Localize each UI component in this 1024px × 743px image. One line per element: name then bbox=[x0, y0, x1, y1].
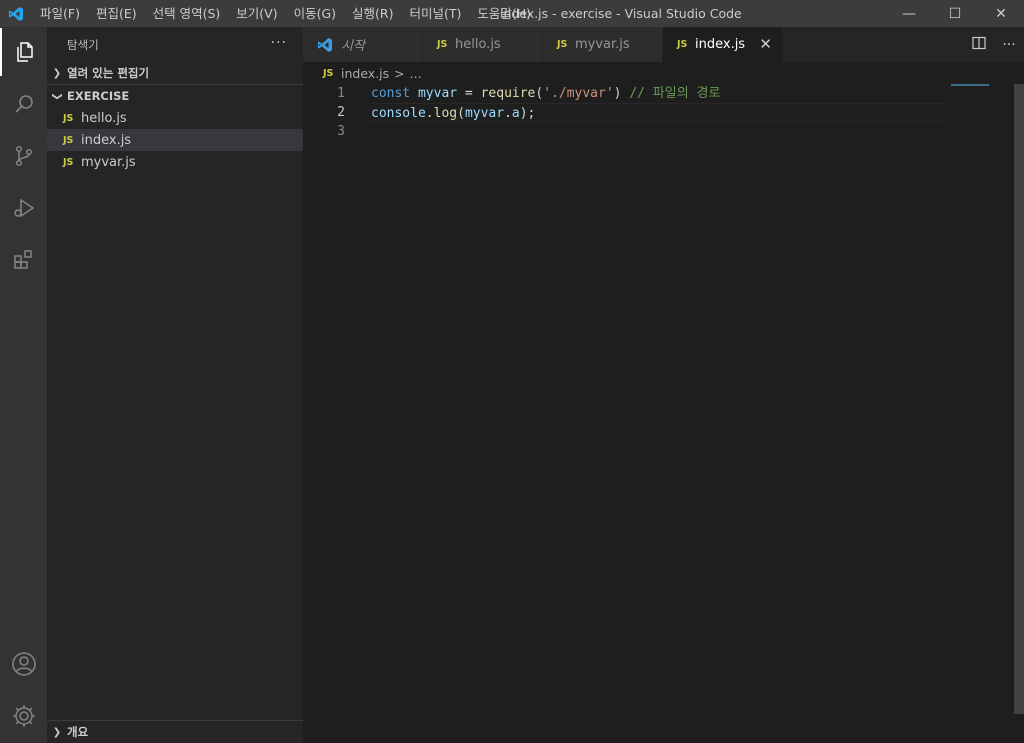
activity-bar bbox=[0, 27, 47, 743]
code-line: 3 bbox=[303, 122, 1024, 141]
sidebar-header: 탐색기 ··· bbox=[47, 27, 303, 62]
line-number: 2 bbox=[337, 105, 345, 120]
menu-selection[interactable]: 선택 영역(S) bbox=[145, 0, 229, 27]
vertical-scrollbar[interactable] bbox=[1014, 84, 1024, 714]
extensions-icon[interactable] bbox=[0, 236, 47, 284]
folder-section[interactable]: ❯ EXERCISE bbox=[47, 85, 303, 107]
token-dot: . bbox=[504, 106, 512, 121]
minimap[interactable] bbox=[951, 84, 989, 86]
token-property: a bbox=[511, 106, 520, 121]
sidebar-title: 탐색기 bbox=[67, 37, 99, 52]
line-number: 3 bbox=[337, 124, 345, 139]
split-editor-icon[interactable] bbox=[964, 36, 994, 54]
search-icon[interactable] bbox=[0, 80, 47, 128]
breadcrumb-separator: > bbox=[394, 65, 405, 81]
file-name: index.js bbox=[81, 132, 132, 148]
file-item-myvar[interactable]: JS myvar.js bbox=[47, 151, 303, 173]
js-file-icon: JS bbox=[557, 39, 568, 50]
tab-label: 시작 bbox=[341, 39, 365, 54]
token-paren: ( bbox=[457, 106, 465, 121]
file-name: myvar.js bbox=[81, 154, 136, 170]
file-name: hello.js bbox=[81, 110, 127, 126]
code-line: 1 const myvar = require('./myvar') // 파일… bbox=[303, 84, 1024, 103]
breadcrumb-more[interactable]: ... bbox=[410, 66, 422, 81]
chevron-right-icon: ❯ bbox=[52, 67, 62, 79]
token-end: ); bbox=[519, 106, 536, 121]
menu-run[interactable]: 실행(R) bbox=[344, 0, 401, 27]
settings-gear-icon[interactable] bbox=[0, 692, 47, 740]
tab-bar: 시작 JS hello.js JS myvar.js JS index.js ✕… bbox=[303, 27, 1024, 62]
code-editor[interactable]: 1 const myvar = require('./myvar') // 파일… bbox=[303, 84, 1024, 141]
window-controls: — ☐ ✕ bbox=[886, 0, 1024, 27]
outline-label: 개요 bbox=[67, 725, 89, 739]
code-text: console.log(myvar.a); bbox=[371, 103, 945, 122]
token-variable: myvar bbox=[464, 106, 505, 121]
source-control-icon[interactable] bbox=[0, 132, 47, 180]
window-title: index.js - exercise - Visual Studio Code bbox=[500, 6, 742, 21]
tab-index[interactable]: JS index.js ✕ bbox=[663, 27, 783, 62]
vscode-logo-icon bbox=[318, 37, 332, 52]
minimize-button[interactable]: — bbox=[886, 0, 932, 27]
file-item-index[interactable]: JS index.js bbox=[47, 129, 303, 151]
close-button[interactable]: ✕ bbox=[978, 0, 1024, 27]
token-dot: . bbox=[425, 106, 434, 121]
breadcrumb-file[interactable]: index.js bbox=[341, 66, 389, 81]
explorer-sidebar: 탐색기 ··· ❯ 열려 있는 편집기 ❯ EXERCISE JS hello.… bbox=[47, 27, 303, 743]
js-file-icon: JS bbox=[323, 67, 334, 79]
js-file-icon: JS bbox=[63, 112, 74, 124]
menu-view[interactable]: 보기(V) bbox=[228, 0, 285, 27]
tab-myvar[interactable]: JS myvar.js bbox=[543, 27, 663, 62]
js-file-icon: JS bbox=[437, 39, 448, 50]
code-line-current: 2 console.log(myvar.a); bbox=[303, 103, 1024, 122]
open-editors-label: 열려 있는 편집기 bbox=[67, 66, 150, 80]
title-bar: 파일(F) 편집(E) 선택 영역(S) 보기(V) 이동(G) 실행(R) 터… bbox=[0, 0, 1024, 27]
menu-file[interactable]: 파일(F) bbox=[32, 0, 88, 27]
token-object: console bbox=[371, 106, 426, 121]
tab-label: myvar.js bbox=[575, 37, 630, 52]
tab-hello[interactable]: JS hello.js bbox=[423, 27, 543, 62]
tab-label: hello.js bbox=[455, 37, 501, 52]
menu-terminal[interactable]: 터미널(T) bbox=[402, 0, 470, 27]
chevron-down-icon: ❯ bbox=[51, 91, 63, 101]
outline-section[interactable]: ❯ 개요 bbox=[47, 720, 303, 743]
explorer-icon[interactable] bbox=[0, 28, 47, 76]
account-icon[interactable] bbox=[0, 640, 47, 688]
more-actions-icon[interactable]: ··· bbox=[271, 27, 287, 59]
editor-actions: ··· bbox=[964, 27, 1024, 62]
token-string: './myvar' bbox=[543, 86, 614, 101]
run-debug-icon[interactable] bbox=[0, 184, 47, 232]
line-number: 1 bbox=[337, 86, 345, 101]
tab-label: index.js bbox=[695, 37, 746, 52]
editor-area: 시작 JS hello.js JS myvar.js JS index.js ✕… bbox=[303, 27, 1024, 743]
js-file-icon: JS bbox=[63, 156, 74, 168]
chevron-right-icon: ❯ bbox=[52, 726, 62, 738]
menu-go[interactable]: 이동(G) bbox=[286, 0, 344, 27]
more-actions-icon[interactable]: ··· bbox=[994, 37, 1024, 53]
close-tab-icon[interactable]: ✕ bbox=[759, 27, 772, 62]
js-file-icon: JS bbox=[63, 134, 74, 146]
token-paren: ) bbox=[613, 86, 622, 101]
file-item-hello[interactable]: JS hello.js bbox=[47, 107, 303, 129]
token-keyword: const bbox=[371, 86, 411, 101]
menu-bar: 파일(F) 편집(E) 선택 영역(S) 보기(V) 이동(G) 실행(R) 터… bbox=[32, 0, 539, 27]
folder-label: EXERCISE bbox=[67, 89, 130, 103]
vscode-logo-icon bbox=[0, 0, 32, 27]
code-text: const myvar = require('./myvar') // 파일의 … bbox=[371, 84, 945, 103]
token-operator: = bbox=[457, 86, 481, 101]
breadcrumb: JS index.js > ... bbox=[303, 62, 1024, 84]
open-editors-section[interactable]: ❯ 열려 있는 편집기 bbox=[47, 62, 303, 84]
maximize-button[interactable]: ☐ bbox=[932, 0, 978, 27]
token-variable: myvar bbox=[417, 86, 458, 101]
token-function: require bbox=[480, 86, 536, 101]
token-function: log bbox=[433, 106, 458, 121]
token-comment: // 파일의 경로 bbox=[621, 86, 721, 101]
tab-welcome[interactable]: 시작 bbox=[303, 27, 423, 62]
menu-edit[interactable]: 편집(E) bbox=[88, 0, 145, 27]
js-file-icon: JS bbox=[677, 39, 688, 50]
